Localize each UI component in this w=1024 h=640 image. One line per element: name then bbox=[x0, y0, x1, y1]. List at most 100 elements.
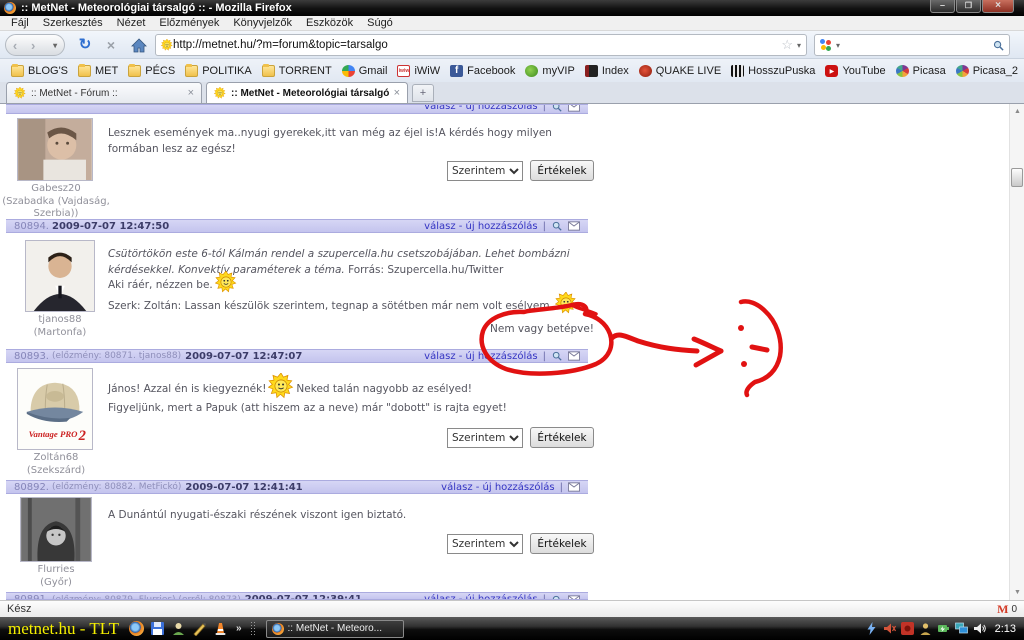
post-text: A Dunántúl nyugati-északi részének viszo… bbox=[108, 508, 588, 524]
menu-bookmarks[interactable]: Könyvjelzők bbox=[226, 17, 299, 29]
home-button[interactable] bbox=[128, 34, 150, 56]
red-app-tray-icon[interactable] bbox=[901, 622, 914, 635]
bookmark-facebook[interactable]: Facebook bbox=[445, 65, 520, 77]
bookmark-picasa[interactable]: Picasa bbox=[891, 65, 951, 77]
mail-envelope-icon[interactable] bbox=[568, 221, 580, 231]
back-icon[interactable]: ‹ bbox=[13, 38, 17, 53]
taskbar-window-button[interactable]: :: MetNet - Meteoro... bbox=[266, 620, 404, 638]
tab-bar: :: MetNet - Fórum :: × :: MetNet - Meteo… bbox=[0, 82, 1024, 104]
reply-links[interactable]: válasz - új hozzászólás bbox=[441, 482, 554, 493]
rate-select[interactable]: Szerintem... bbox=[447, 428, 523, 448]
rate-select[interactable]: Szerintem... bbox=[447, 161, 523, 181]
new-tab-button[interactable] bbox=[412, 84, 434, 102]
stop-button[interactable]: × bbox=[100, 34, 122, 56]
bookmark-hosszupuska[interactable]: HosszuPuska bbox=[726, 65, 820, 77]
bookmark-folder-met[interactable]: MET bbox=[73, 65, 123, 77]
bookmark-quakelive[interactable]: QUAKE LIVE bbox=[634, 65, 726, 77]
scroll-up-arrow[interactable] bbox=[1010, 104, 1024, 119]
myvip-icon bbox=[525, 65, 538, 77]
search-bar[interactable]: ▾ bbox=[814, 34, 1010, 56]
bookmark-folder-torrent[interactable]: TORRENT bbox=[257, 65, 337, 77]
tab-close-icon[interactable]: × bbox=[188, 87, 194, 99]
user-person-tray-icon[interactable] bbox=[919, 622, 932, 635]
reply-links[interactable]: válasz - új hozzászólás bbox=[424, 351, 537, 362]
network-monitors-tray-icon[interactable] bbox=[955, 622, 968, 635]
reply-links[interactable]: válasz - új hozzászólás bbox=[424, 593, 537, 600]
menu-history[interactable]: Előzmények bbox=[152, 17, 226, 29]
reply-links[interactable]: válasz - új hozzászólás bbox=[424, 221, 537, 232]
menu-view[interactable]: Nézet bbox=[110, 17, 153, 29]
bookmark-folder-pecs[interactable]: PÉCS bbox=[123, 65, 180, 77]
menu-help[interactable]: Súgó bbox=[360, 17, 400, 29]
mail-envelope-icon[interactable] bbox=[568, 351, 580, 361]
tab-close-icon[interactable]: × bbox=[394, 87, 400, 99]
firefox-quicklaunch-icon[interactable] bbox=[129, 621, 144, 636]
power-bolt-tray-icon[interactable] bbox=[865, 622, 878, 635]
search-input[interactable] bbox=[840, 39, 993, 51]
username[interactable]: Flurries bbox=[37, 564, 74, 575]
rate-button[interactable]: Értékelek bbox=[530, 533, 594, 554]
menu-tools[interactable]: Eszközök bbox=[299, 17, 360, 29]
rate-select[interactable]: Szerintem... bbox=[447, 534, 523, 554]
sun-smiley-icon bbox=[555, 292, 577, 314]
forward-icon[interactable]: › bbox=[31, 38, 35, 53]
watch-loupe-icon[interactable] bbox=[551, 104, 563, 112]
bookmark-picasa2[interactable]: Picasa_2 bbox=[951, 65, 1023, 77]
bookmark-youtube[interactable]: YouTube bbox=[820, 65, 890, 77]
back-forward-buttons[interactable]: ‹ › ▾ bbox=[5, 34, 65, 56]
battery-tray-icon[interactable] bbox=[937, 622, 950, 635]
refresh-button[interactable]: ↻ bbox=[74, 34, 96, 56]
bookmark-gmail[interactable]: Gmail bbox=[337, 65, 393, 77]
avatar-tjanos88 bbox=[25, 240, 95, 312]
post-author: Zoltán68 (Szekszárd) bbox=[0, 452, 112, 477]
toolbar-overflow-chevron-icon[interactable] bbox=[236, 623, 242, 634]
search-magnifier-icon[interactable] bbox=[993, 40, 1004, 51]
bookmark-folder-politika[interactable]: POLITIKA bbox=[180, 65, 257, 77]
bookmark-myvip[interactable]: myVIP bbox=[520, 65, 579, 77]
url-bar[interactable]: ☆ ▾ bbox=[155, 34, 807, 56]
reply-links[interactable]: válasz - új hozzászólás bbox=[424, 104, 537, 112]
filmstrip-icon bbox=[731, 65, 744, 77]
username[interactable]: tjanos88 bbox=[38, 314, 81, 325]
window-titlebar: :: MetNet - Meteorológiai társalgó :: - … bbox=[0, 0, 1024, 16]
history-dropdown-icon[interactable]: ▾ bbox=[53, 41, 57, 50]
username[interactable]: Zoltán68 bbox=[34, 452, 79, 463]
restore-button[interactable] bbox=[956, 0, 981, 13]
rate-button[interactable]: Értékelek bbox=[530, 160, 594, 181]
mail-envelope-icon[interactable] bbox=[568, 104, 580, 112]
close-button[interactable] bbox=[982, 0, 1014, 13]
gmail-notifier-icon[interactable] bbox=[997, 602, 1008, 617]
svg-text:2: 2 bbox=[78, 428, 86, 444]
vlc-cone-icon[interactable] bbox=[213, 621, 228, 636]
volume-tray-icon[interactable] bbox=[973, 622, 986, 635]
taskbar-clock[interactable]: 2:13 bbox=[995, 623, 1016, 635]
url-input[interactable] bbox=[173, 39, 781, 51]
floppy-save-icon[interactable] bbox=[150, 621, 165, 636]
mail-envelope-icon[interactable] bbox=[568, 482, 580, 492]
scrollbar-thumb[interactable] bbox=[1011, 168, 1023, 187]
paint-brush-icon[interactable] bbox=[192, 621, 207, 636]
minimize-button[interactable] bbox=[930, 0, 955, 13]
bookmark-iwiw[interactable]: iWiW bbox=[392, 65, 445, 77]
username[interactable]: Gabesz20 bbox=[31, 183, 81, 194]
picasa-icon bbox=[956, 65, 969, 77]
messenger-person-icon[interactable] bbox=[171, 621, 186, 636]
muted-speaker-tray-icon[interactable] bbox=[883, 622, 896, 635]
watch-loupe-icon[interactable] bbox=[551, 221, 563, 231]
bookmark-folder-blogs[interactable]: BLOG'S bbox=[6, 65, 73, 77]
menu-edit[interactable]: Szerkesztés bbox=[36, 17, 110, 29]
rate-button[interactable]: Értékelek bbox=[530, 427, 594, 448]
post-author: Gabesz20 (Szabadka (Vajdaság, Szerbia)) bbox=[0, 183, 112, 221]
bookmark-star-icon[interactable]: ☆ bbox=[781, 37, 793, 53]
google-search-engine-icon[interactable] bbox=[820, 39, 832, 51]
menu-file[interactable]: Fájl bbox=[4, 17, 36, 29]
post-quote: Csütörtökön este 6-tól Kálmán rendel a s… bbox=[108, 247, 580, 279]
scroll-down-arrow[interactable] bbox=[1010, 585, 1024, 600]
tab-metnet-forum[interactable]: :: MetNet - Fórum :: × bbox=[6, 82, 202, 103]
watch-loupe-icon[interactable] bbox=[551, 351, 563, 361]
vertical-scrollbar[interactable] bbox=[1009, 104, 1024, 600]
tab-metnet-tarsalgo[interactable]: :: MetNet - Meteorológiai társalgó :: × bbox=[206, 82, 408, 103]
url-dropdown-icon[interactable]: ▾ bbox=[797, 41, 801, 50]
rating-controls: Szerintem... Értékelek bbox=[447, 160, 594, 181]
bookmark-index[interactable]: Index bbox=[580, 65, 634, 77]
